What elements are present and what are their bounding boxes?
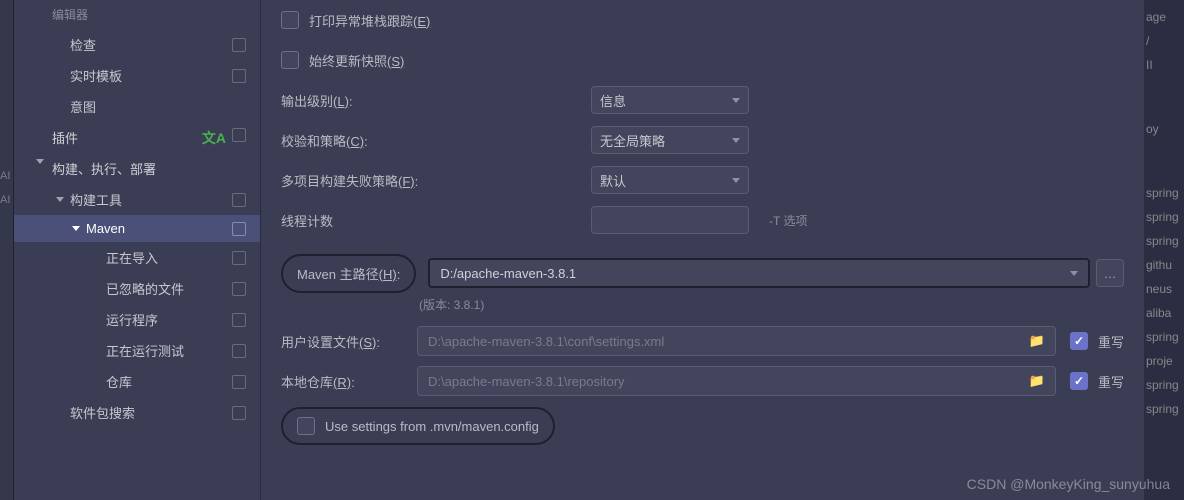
sidebar-item-live-templates[interactable]: 实时模板 xyxy=(14,60,260,91)
chevron-down-icon xyxy=(732,138,740,143)
maven-version-label: (版本: 3.8.1) xyxy=(419,296,1124,313)
sidebar-plugins[interactable]: 插件文A xyxy=(14,122,260,153)
print-stack-checkbox[interactable] xyxy=(281,11,299,29)
output-level-dropdown[interactable]: 信息 xyxy=(591,86,749,114)
project-badge-icon xyxy=(232,282,246,296)
chevron-down-icon xyxy=(72,226,80,231)
checksum-label: 校验和策略(C): xyxy=(281,131,431,150)
maven-home-combo[interactable]: D:/apache-maven-3.8.1 xyxy=(428,258,1090,288)
browse-button[interactable]: … xyxy=(1096,259,1124,287)
chevron-down-icon xyxy=(732,178,740,183)
thread-count-label: 线程计数 xyxy=(281,211,431,230)
sidebar-item-inspections[interactable]: 检查 xyxy=(14,29,260,60)
local-repo-label: 本地仓库(R): xyxy=(281,372,417,391)
override-checkbox[interactable] xyxy=(1070,372,1088,390)
sidebar-item-runner[interactable]: 运行程序 xyxy=(14,304,260,335)
chevron-down-icon xyxy=(1070,271,1078,276)
sidebar-item-maven[interactable]: Maven xyxy=(14,215,260,242)
sidebar-item-repositories[interactable]: 仓库 xyxy=(14,366,260,397)
output-level-label: 输出级别(L): xyxy=(281,91,431,110)
sidebar-editor-header: 编辑器 xyxy=(14,0,260,29)
user-settings-input[interactable]: D:\apache-maven-3.8.1\conf\settings.xml📁 xyxy=(417,326,1056,356)
checksum-dropdown[interactable]: 无全局策略 xyxy=(591,126,749,154)
project-badge-icon xyxy=(232,128,246,142)
thread-hint: -T 选项 xyxy=(769,212,807,229)
project-badge-icon xyxy=(232,193,246,207)
multi-fail-label: 多项目构建失败策略(F): xyxy=(281,171,431,190)
project-badge-icon xyxy=(232,38,246,52)
left-tool-stripe: AIAI xyxy=(0,0,14,500)
folder-icon: 📁 xyxy=(1029,333,1045,349)
print-stack-label: 打印异常堆栈跟踪(E) xyxy=(309,11,430,30)
user-settings-label: 用户设置文件(S): xyxy=(281,332,417,351)
always-update-label: 始终更新快照(S) xyxy=(309,51,404,70)
sidebar-item-importing[interactable]: 正在导入 xyxy=(14,242,260,273)
user-settings-override[interactable]: 重写 xyxy=(1070,332,1124,351)
use-mvn-config-label: Use settings from .mvn/maven.config xyxy=(325,419,539,434)
settings-sidebar: 编辑器 检查 实时模板 意图 插件文A 构建、执行、部署 构建工具 Maven … xyxy=(14,0,260,500)
project-badge-icon xyxy=(232,375,246,389)
use-mvn-config-checkbox[interactable] xyxy=(297,417,315,435)
sidebar-item-intentions[interactable]: 意图 xyxy=(14,91,260,122)
chevron-down-icon xyxy=(56,197,64,202)
override-checkbox[interactable] xyxy=(1070,332,1088,350)
settings-main-panel: 打印异常堆栈跟踪(E) 始终更新快照(S) 输出级别(L): 信息 校验和策略(… xyxy=(260,0,1144,500)
maven-home-label: Maven 主路径(H): xyxy=(281,254,416,293)
sidebar-item-ignored-files[interactable]: 已忽略的文件 xyxy=(14,273,260,304)
local-repo-input[interactable]: D:\apache-maven-3.8.1\repository📁 xyxy=(417,366,1056,396)
project-badge-icon xyxy=(232,251,246,265)
project-badge-icon xyxy=(232,69,246,83)
project-badge-icon xyxy=(232,313,246,327)
multi-fail-dropdown[interactable]: 默认 xyxy=(591,166,749,194)
sidebar-item-package-search[interactable]: 软件包搜索 xyxy=(14,397,260,428)
sidebar-item-running-tests[interactable]: 正在运行测试 xyxy=(14,335,260,366)
chevron-down-icon xyxy=(732,98,740,103)
local-repo-override[interactable]: 重写 xyxy=(1070,372,1124,391)
watermark: CSDN @MonkeyKing_sunyuhua xyxy=(967,476,1170,492)
thread-count-input[interactable] xyxy=(591,206,749,234)
project-badge-icon xyxy=(232,222,246,236)
translate-icon: 文A xyxy=(202,128,226,148)
sidebar-build[interactable]: 构建、执行、部署 xyxy=(14,153,260,184)
chevron-down-icon xyxy=(36,159,44,164)
right-edge-panel: age/II oy springspringspring githuneusal… xyxy=(1144,0,1184,500)
sidebar-item-build-tools[interactable]: 构建工具 xyxy=(14,184,260,215)
use-mvn-config-row[interactable]: Use settings from .mvn/maven.config xyxy=(281,407,555,445)
project-badge-icon xyxy=(232,406,246,420)
project-badge-icon xyxy=(232,344,246,358)
folder-icon: 📁 xyxy=(1029,373,1045,389)
always-update-checkbox[interactable] xyxy=(281,51,299,69)
